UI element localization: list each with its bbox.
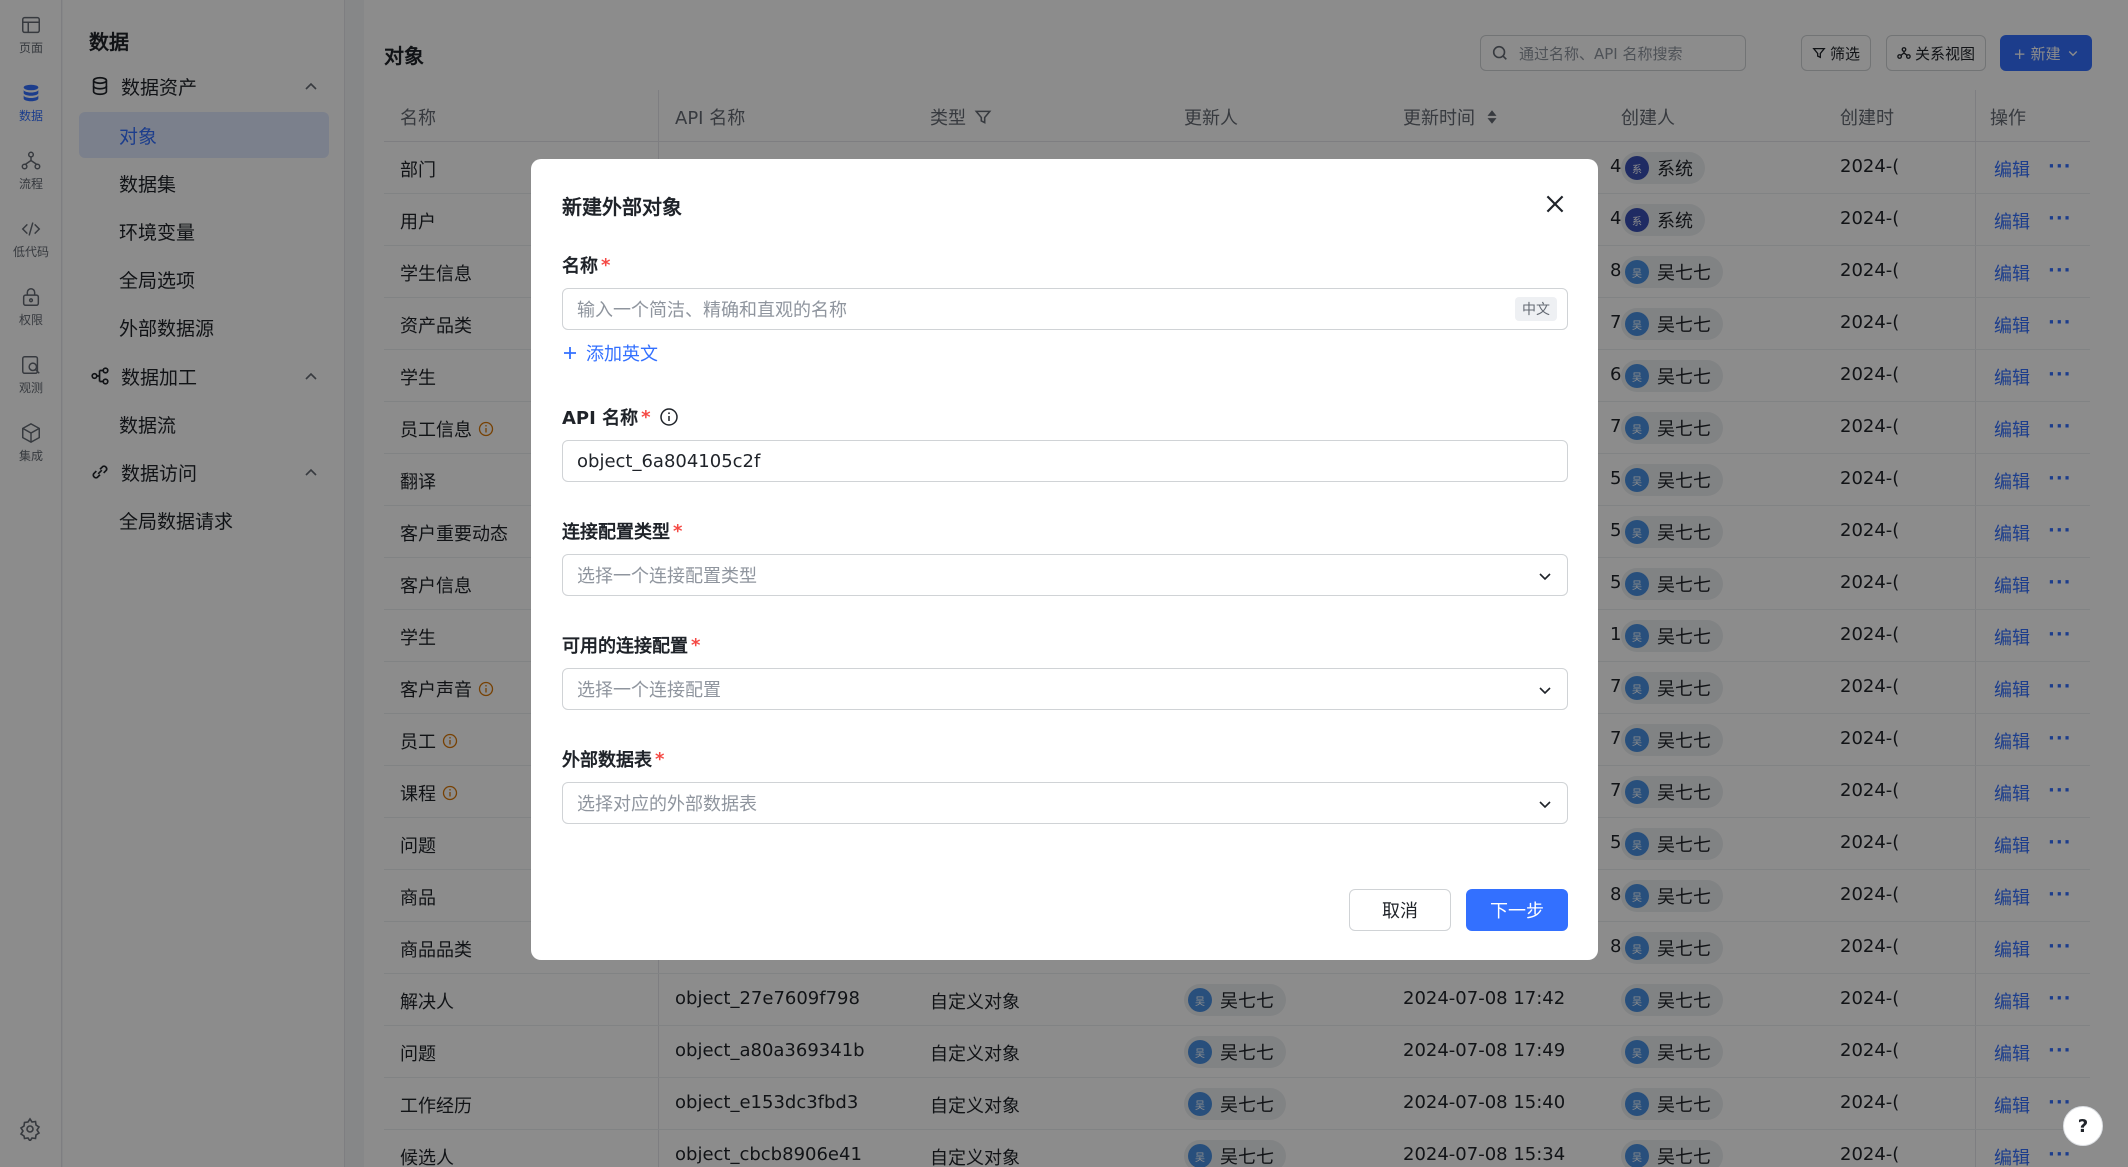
external-table-select[interactable]: 选择对应的外部数据表 xyxy=(562,782,1568,824)
chevron-down-icon xyxy=(1537,796,1553,812)
cancel-button[interactable]: 取消 xyxy=(1349,889,1451,931)
language-tag[interactable]: 中文 xyxy=(1515,297,1557,321)
required-mark: * xyxy=(641,406,651,428)
api-name-label-text: API 名称 xyxy=(562,408,639,429)
plus-icon xyxy=(562,345,578,361)
conn-placeholder: 选择一个连接配置 xyxy=(577,680,721,701)
conn-label-text: 可用的连接配置 xyxy=(562,636,688,657)
conn-type-label: 连接配置类型 * xyxy=(562,518,682,544)
modal-overlay[interactable]: 新建外部对象 名称 * 输入一个简洁、精确和直观的名称 中文 添加英文 API … xyxy=(0,0,2128,1167)
chevron-down-icon xyxy=(1537,682,1553,698)
chevron-down-icon xyxy=(1537,568,1553,584)
conn-select[interactable]: 选择一个连接配置 xyxy=(562,668,1568,710)
external-table-label-text: 外部数据表 xyxy=(562,750,652,771)
new-external-object-dialog: 新建外部对象 名称 * 输入一个简洁、精确和直观的名称 中文 添加英文 API … xyxy=(531,159,1598,960)
conn-type-select[interactable]: 选择一个连接配置类型 xyxy=(562,554,1568,596)
info-icon[interactable] xyxy=(659,407,679,427)
api-name-value: object_6a804105c2f xyxy=(577,450,761,472)
required-mark: * xyxy=(673,520,683,542)
name-label-text: 名称 xyxy=(562,256,598,277)
required-mark: * xyxy=(691,634,701,656)
required-mark: * xyxy=(655,748,665,770)
add-english-link[interactable]: 添加英文 xyxy=(562,340,658,366)
dialog-title: 新建外部对象 xyxy=(562,195,682,219)
next-button[interactable]: 下一步 xyxy=(1466,889,1568,931)
name-label: 名称 * xyxy=(562,252,610,278)
api-name-input[interactable]: object_6a804105c2f xyxy=(562,440,1568,482)
conn-label: 可用的连接配置 * xyxy=(562,632,700,658)
add-english-label: 添加英文 xyxy=(586,344,658,365)
name-placeholder: 输入一个简洁、精确和直观的名称 xyxy=(577,300,847,321)
close-icon[interactable] xyxy=(1542,191,1568,217)
conn-type-label-text: 连接配置类型 xyxy=(562,522,670,543)
external-table-placeholder: 选择对应的外部数据表 xyxy=(577,794,757,815)
external-table-label: 外部数据表 * xyxy=(562,746,664,772)
api-name-label: API 名称 * xyxy=(562,404,679,430)
required-mark: * xyxy=(601,254,611,276)
conn-type-placeholder: 选择一个连接配置类型 xyxy=(577,566,757,587)
name-input[interactable]: 输入一个简洁、精确和直观的名称 中文 xyxy=(562,288,1568,330)
help-button[interactable]: ? xyxy=(2063,1106,2103,1146)
